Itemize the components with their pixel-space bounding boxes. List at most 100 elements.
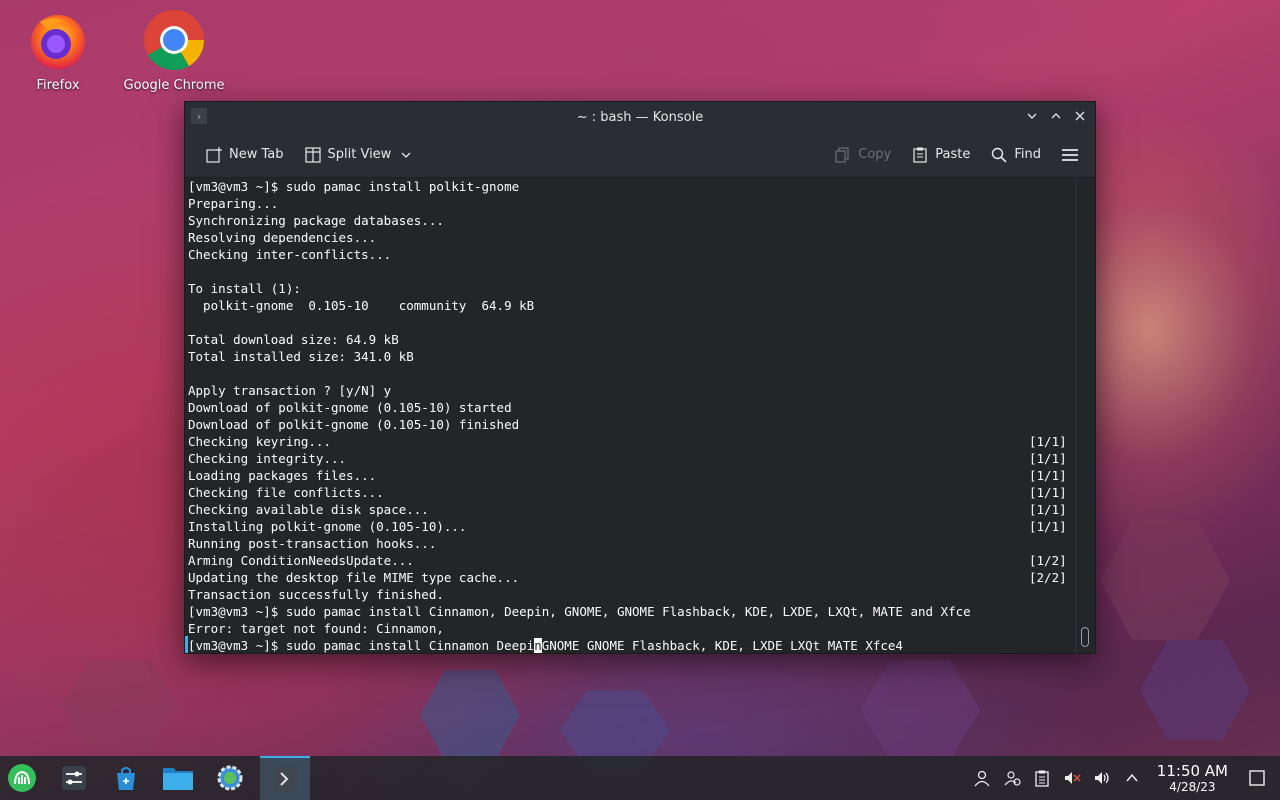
wallpaper-hex — [860, 660, 980, 760]
digital-clock[interactable]: 11:50 AM 4/28/23 — [1156, 761, 1228, 794]
konsole-app-icon[interactable]: › — [191, 108, 207, 124]
terminal-line-text: To install (1): — [188, 281, 301, 296]
terminal-line-progress: [1/1] — [1029, 451, 1067, 466]
find-button[interactable]: Find — [984, 142, 1047, 168]
terminal-line: Download of polkit-gnome (0.105-10) star… — [188, 399, 1092, 416]
chevron-up-icon[interactable] — [1117, 771, 1147, 785]
volume-muted-icon[interactable] — [1057, 769, 1087, 787]
terminal-output[interactable]: [vm3@vm3 ~]$ sudo pamac install polkit-g… — [185, 178, 1095, 653]
terminal-line: Total download size: 64.9 kB — [188, 331, 1092, 348]
terminal-line-progress: [1/1] — [1029, 485, 1067, 500]
taskbar-settings-panel[interactable] — [52, 756, 96, 800]
terminal-line-text: Checking integrity... — [188, 451, 347, 466]
terminal-line-text: Arming ConditionNeedsUpdate... — [188, 553, 414, 568]
terminal-line: Updating the desktop file MIME type cach… — [188, 569, 1092, 586]
terminal-prompt-line[interactable]: [vm3@vm3 ~]$ sudo pamac install Cinnamon… — [188, 637, 1092, 654]
sliders-icon — [62, 766, 86, 790]
terminal-line-text: Loading packages files... — [188, 468, 377, 483]
terminal-line: Checking inter-conflicts... — [188, 246, 1092, 263]
terminal-line-text: [vm3@vm3 ~]$ sudo pamac install Cinnamon… — [188, 604, 971, 619]
chrome-icon — [144, 10, 204, 71]
desktop-icon-google-chrome[interactable]: Google Chrome — [119, 8, 229, 93]
firefox-icon — [31, 15, 85, 69]
terminal-line-text: Apply transaction ? [y/N] y — [188, 383, 392, 398]
taskbar-konsole[interactable] — [260, 756, 310, 800]
terminal-line: Transaction successfully finished. — [188, 586, 1092, 603]
desktop-icon-firefox[interactable]: Firefox — [3, 8, 113, 93]
terminal-line: Loading packages files... [1/1] — [188, 467, 1092, 484]
chevron-down-icon[interactable] — [397, 146, 415, 164]
taskbar-file-manager[interactable] — [156, 756, 200, 800]
terminal-line: Resolving dependencies... — [188, 229, 1092, 246]
terminal-line-text: Installing polkit-gnome (0.105-10)... — [188, 519, 467, 534]
maximize-button[interactable] — [1047, 106, 1065, 126]
terminal-line-text: Checking available disk space... — [188, 502, 429, 517]
terminal-line-text: Checking file conflicts... — [188, 485, 384, 500]
hamburger-menu-button[interactable] — [1055, 142, 1085, 168]
terminal-line: polkit-gnome 0.105-10 community 64.9 kB — [188, 297, 1092, 314]
hamburger-menu-icon — [1061, 146, 1079, 164]
terminal-line-text: Preparing... — [188, 196, 279, 211]
taskbar-discover-store[interactable] — [104, 756, 148, 800]
split-view-button[interactable]: Split View — [298, 142, 422, 168]
terminal-line: Checking file conflicts... [1/1] — [188, 484, 1092, 501]
terminal-line: Installing polkit-gnome (0.105-10)... [1/… — [188, 518, 1092, 535]
close-icon — [1075, 111, 1085, 121]
terminal-line-progress: [1/1] — [1029, 434, 1067, 449]
wallpaper-hex — [420, 670, 520, 760]
prompt-text-after-cursor: GNOME GNOME Flashback, KDE, LXDE LXQt MA… — [541, 638, 903, 653]
clipboard-icon[interactable] — [1027, 769, 1057, 787]
clock-time: 11:50 AM — [1156, 761, 1228, 780]
scrollbar-thumb[interactable] — [1081, 627, 1089, 647]
terminal-line: Download of polkit-gnome (0.105-10) fini… — [188, 416, 1092, 433]
taskbar-system-settings[interactable] — [208, 756, 252, 800]
close-button[interactable] — [1071, 106, 1089, 126]
terminal-line-text: polkit-gnome 0.105-10 community 64.9 kB — [188, 298, 535, 313]
copy-button[interactable]: Copy — [828, 142, 897, 168]
user-icon[interactable] — [967, 769, 997, 787]
find-label: Find — [1014, 147, 1041, 162]
paste-icon — [911, 146, 929, 164]
terminal-line-text: Total download size: 64.9 kB — [188, 332, 399, 347]
new-tab-label: New Tab — [229, 147, 284, 162]
terminal-line: Synchronizing package databases... — [188, 212, 1092, 229]
minimize-button[interactable] — [1023, 106, 1041, 126]
gear-icon — [217, 765, 243, 791]
wallpaper-hex — [1140, 640, 1250, 740]
search-icon — [990, 146, 1008, 164]
terminal-icon — [273, 767, 297, 791]
terminal-line-text: [vm3@vm3 ~]$ sudo pamac install polkit-g… — [188, 179, 520, 194]
show-desktop-button[interactable] — [1242, 769, 1272, 787]
clock-date: 4/28/23 — [1169, 779, 1216, 794]
wallpaper-hex — [60, 660, 180, 750]
window-titlebar[interactable]: › ~ : bash — Konsole — [185, 102, 1095, 132]
copy-label: Copy — [858, 147, 892, 162]
window-title: ~ : bash — Konsole — [576, 109, 704, 125]
paste-label: Paste — [935, 147, 971, 162]
konsole-toolbar: New Tab Split View Copy Paste Find — [185, 132, 1095, 178]
volume-icon[interactable] — [1087, 769, 1117, 787]
application-launcher-button[interactable] — [0, 756, 44, 800]
paste-button[interactable]: Paste — [905, 142, 976, 168]
terminal-line-text: Total installed size: 341.0 kB — [188, 349, 414, 364]
show-desktop-icon — [1249, 770, 1265, 786]
copy-icon — [834, 146, 852, 164]
manjaro-launcher-icon — [8, 764, 36, 792]
terminal-line-text: Updating the desktop file MIME type cach… — [188, 570, 520, 585]
terminal-line: Checking integrity... [1/1] — [188, 450, 1092, 467]
desktop-icon-label: Firefox — [36, 78, 80, 93]
terminal-line-text: Error: target not found: Cinnamon, — [188, 621, 444, 636]
terminal-line-progress: [1/1] — [1029, 502, 1067, 517]
terminal-line: Error: target not found: Cinnamon, — [188, 620, 1092, 637]
terminal-line: [vm3@vm3 ~]$ sudo pamac install polkit-g… — [188, 178, 1092, 195]
terminal-line-text: Download of polkit-gnome (0.105-10) star… — [188, 400, 512, 415]
split-view-icon — [304, 146, 322, 164]
terminal-line-progress: [1/1] — [1029, 519, 1067, 534]
terminal-line-text: Resolving dependencies... — [188, 230, 377, 245]
terminal-scrollbar[interactable] — [1075, 178, 1095, 653]
new-tab-button[interactable]: New Tab — [199, 142, 290, 168]
terminal-line: Total installed size: 341.0 kB — [188, 348, 1092, 365]
user-switch-icon[interactable] — [997, 769, 1027, 787]
